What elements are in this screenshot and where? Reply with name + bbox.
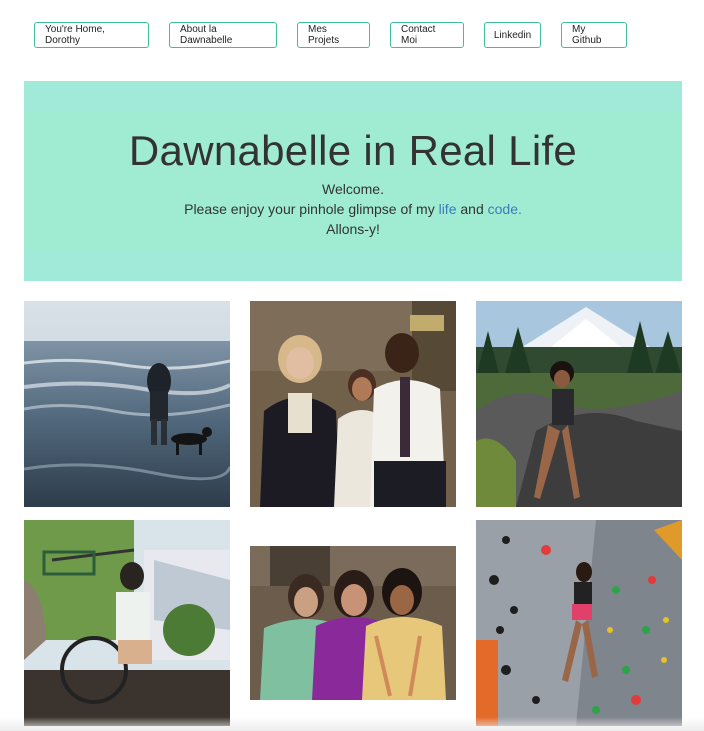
top-nav: You're Home, Dorothy About la Dawnabelle… bbox=[34, 22, 627, 48]
page-title: Dawnabelle in Real Life bbox=[128, 127, 578, 174]
intro-prefix: Please enjoy your pinhole glimpse of my bbox=[184, 201, 435, 217]
photo-beach-dog[interactable] bbox=[24, 301, 230, 507]
photo-climbing-wall[interactable] bbox=[476, 520, 682, 726]
photo-bike[interactable] bbox=[24, 520, 230, 726]
intro-line: Please enjoy your pinhole glimpse of my … bbox=[24, 199, 682, 219]
code-link[interactable]: code. bbox=[488, 201, 522, 217]
nav-button-linkedin[interactable]: Linkedin bbox=[484, 22, 541, 48]
photo-friends-robes[interactable] bbox=[250, 546, 456, 700]
nav-button-about[interactable]: About la Dawnabelle bbox=[169, 22, 277, 48]
life-link[interactable]: life bbox=[439, 201, 457, 217]
signoff-text: Allons-y! bbox=[326, 221, 380, 237]
hero-text: Welcome. Please enjoy your pinhole glimp… bbox=[24, 179, 682, 239]
welcome-text: Welcome. bbox=[322, 181, 384, 197]
intro-and: and bbox=[460, 201, 484, 217]
nav-button-github[interactable]: My Github bbox=[561, 22, 627, 48]
nav-button-home[interactable]: You're Home, Dorothy bbox=[34, 22, 149, 48]
hero-banner: Dawnabelle in Real Life Welcome. Please … bbox=[24, 81, 682, 281]
bottom-fade bbox=[0, 717, 704, 731]
photo-mountain-rocks[interactable] bbox=[476, 301, 682, 507]
nav-button-projects[interactable]: Mes Projets bbox=[297, 22, 370, 48]
photo-family-portrait[interactable] bbox=[250, 301, 456, 507]
nav-button-contact[interactable]: Contact Moi bbox=[390, 22, 464, 48]
